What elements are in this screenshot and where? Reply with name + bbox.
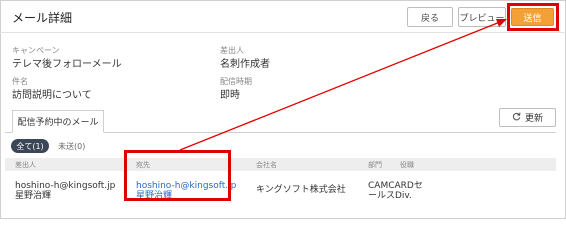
annotation-arrow xyxy=(179,19,507,151)
